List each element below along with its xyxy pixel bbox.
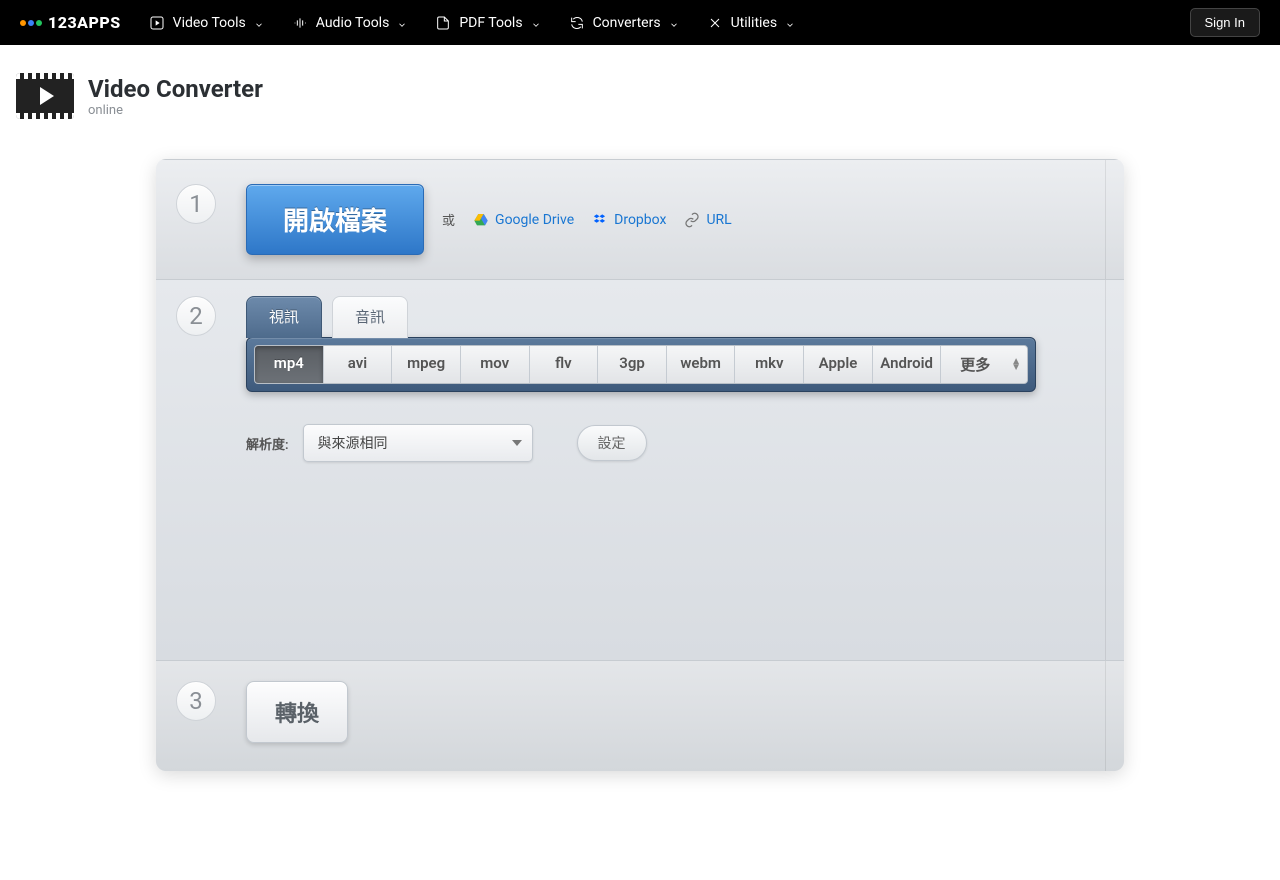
sort-arrows-icon: ▲▼: [1011, 359, 1021, 371]
format-mkv[interactable]: mkv: [735, 346, 804, 383]
nav-label: Audio Tools: [316, 15, 390, 31]
convert-button[interactable]: 轉換: [246, 681, 348, 743]
format-apple[interactable]: Apple: [804, 346, 873, 383]
resolution-label: 解析度:: [246, 434, 289, 453]
format-row: mp4 avi mpeg mov flv 3gp webm mkv Apple …: [254, 345, 1028, 384]
audio-wave-icon: [292, 15, 308, 31]
or-text: 或: [442, 210, 455, 229]
open-file-button[interactable]: 開啟檔案: [246, 184, 424, 255]
nav-audio-tools[interactable]: Audio Tools: [292, 15, 408, 31]
format-mp4[interactable]: mp4: [255, 346, 324, 383]
link-label: Dropbox: [614, 212, 666, 228]
step-3: 3 轉換: [156, 660, 1124, 771]
play-square-icon: [149, 15, 165, 31]
dropbox-icon: [592, 212, 608, 228]
nav-utilities[interactable]: Utilities: [707, 15, 796, 31]
format-more[interactable]: 更多 ▲▼: [941, 346, 1027, 383]
page-heading: Video Converter online: [0, 45, 1280, 129]
page-title: Video Converter: [88, 75, 263, 103]
link-icon: [684, 212, 700, 228]
page-subtitle: online: [88, 103, 263, 118]
brand-text: 123APPS: [48, 13, 121, 32]
nav-converters[interactable]: Converters: [569, 15, 679, 31]
media-type-tabs: 視訊 音訊: [246, 296, 1104, 338]
chevron-down-icon: [531, 18, 541, 28]
tab-video[interactable]: 視訊: [246, 296, 322, 338]
settings-button[interactable]: 設定: [577, 425, 647, 461]
nav-label: Converters: [593, 15, 661, 31]
format-webm[interactable]: webm: [667, 346, 736, 383]
step-number: 1: [176, 184, 216, 224]
settings-row: 解析度: 與來源相同 設定: [246, 424, 1104, 462]
nav-label: PDF Tools: [459, 15, 522, 31]
dropdown-value: 與來源相同: [318, 436, 388, 452]
logo[interactable]: 123APPS: [20, 13, 121, 32]
converter-panel: 1 開啟檔案 或 Google Drive Dropbox URL 2 視訊: [156, 159, 1124, 771]
nav-label: Utilities: [731, 15, 778, 31]
format-android[interactable]: Android: [873, 346, 942, 383]
file-icon: [435, 15, 451, 31]
chevron-down-icon: [512, 440, 522, 446]
more-label: 更多: [960, 356, 990, 374]
dropbox-link[interactable]: Dropbox: [592, 212, 666, 228]
panel-divider: [1105, 661, 1106, 771]
google-drive-link[interactable]: Google Drive: [473, 212, 574, 228]
format-avi[interactable]: avi: [324, 346, 393, 383]
format-mov[interactable]: mov: [461, 346, 530, 383]
step-1: 1 開啟檔案 或 Google Drive Dropbox URL: [156, 159, 1124, 280]
chevron-down-icon: [254, 18, 264, 28]
step-2: 2 視訊 音訊 mp4 avi mpeg mov flv 3gp webm mk…: [156, 280, 1124, 660]
video-converter-icon: [16, 73, 74, 119]
format-bar: mp4 avi mpeg mov flv 3gp webm mkv Apple …: [246, 337, 1036, 392]
nav-video-tools[interactable]: Video Tools: [149, 15, 264, 31]
chevron-down-icon: [669, 18, 679, 28]
step-2-content: 視訊 音訊 mp4 avi mpeg mov flv 3gp webm mkv …: [246, 296, 1104, 462]
panel-divider: [1105, 280, 1106, 660]
chevron-down-icon: [397, 18, 407, 28]
tab-audio[interactable]: 音訊: [332, 296, 408, 338]
step-number: 3: [176, 681, 216, 721]
link-label: Google Drive: [495, 212, 574, 228]
panel-divider: [1105, 160, 1106, 279]
nav-pdf-tools[interactable]: PDF Tools: [435, 15, 540, 31]
nav-left: 123APPS Video Tools Audio Tools PDF Tool…: [20, 13, 795, 32]
nav-label: Video Tools: [173, 15, 246, 31]
open-file-row: 開啟檔案 或 Google Drive Dropbox URL: [246, 184, 732, 255]
sign-in-button[interactable]: Sign In: [1190, 8, 1260, 37]
step-number: 2: [176, 296, 216, 336]
top-nav: 123APPS Video Tools Audio Tools PDF Tool…: [0, 0, 1280, 45]
format-mpeg[interactable]: mpeg: [392, 346, 461, 383]
resolution-dropdown[interactable]: 與來源相同: [303, 424, 533, 462]
google-drive-icon: [473, 212, 489, 228]
logo-dots-icon: [20, 20, 42, 26]
format-flv[interactable]: flv: [530, 346, 599, 383]
chevron-down-icon: [785, 18, 795, 28]
link-label: URL: [706, 212, 731, 228]
refresh-icon: [569, 15, 585, 31]
format-3gp[interactable]: 3gp: [598, 346, 667, 383]
heading-text: Video Converter online: [88, 75, 263, 118]
tools-icon: [707, 15, 723, 31]
url-link[interactable]: URL: [684, 212, 731, 228]
